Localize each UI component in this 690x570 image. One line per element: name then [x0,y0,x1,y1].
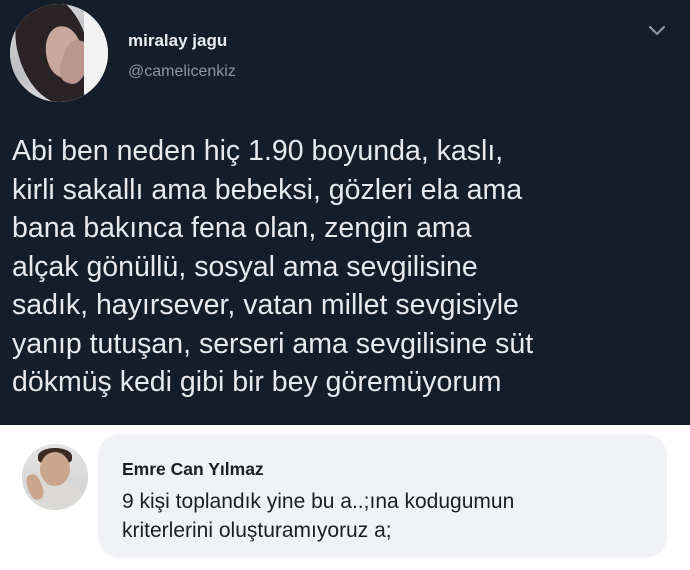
tweet-avatar[interactable] [10,4,108,102]
tweet-handle[interactable]: @camelicenkiz [128,63,236,81]
tweet-display-name[interactable]: miralay jagu [128,31,227,51]
chevron-down-icon[interactable] [647,24,667,38]
comment-avatar[interactable] [22,444,88,510]
comment-author[interactable]: Emre Can Yılmaz [122,459,264,480]
tweet-text: Abi ben neden hiç 1.90 boyunda, kaslı, k… [12,135,534,398]
avatar-light [84,4,108,102]
tweet-card: miralay jagu @camelicenkiz Abi ben neden… [0,0,690,425]
comment-section: Emre Can Yılmaz 9 kişi toplandık yine bu… [0,425,690,570]
comment-bubble: Emre Can Yılmaz 9 kişi toplandık yine bu… [98,434,667,558]
comment-avatar-head [40,452,70,486]
comment-text: 9 kişi toplandık yine bu a..;ına kodugum… [122,490,515,542]
